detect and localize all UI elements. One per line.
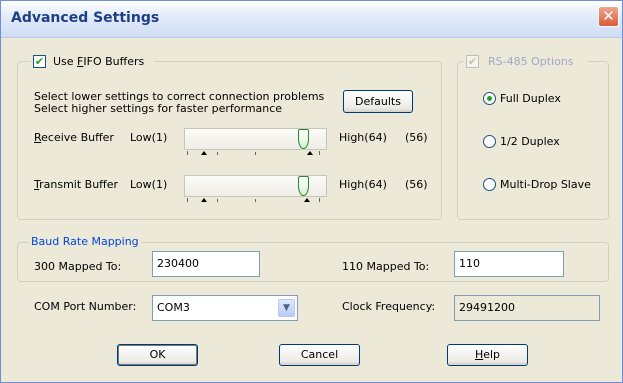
receive-high-label: High(64) bbox=[339, 131, 387, 144]
map300-label: 300 Mapped To: bbox=[34, 260, 122, 273]
com-port-value: COM3 bbox=[157, 301, 190, 314]
fifo-checkbox-row[interactable]: ✔ Use FIFO Buffers bbox=[31, 54, 154, 69]
half-duplex-radio[interactable] bbox=[483, 135, 496, 148]
half-duplex-label: 1/2 Duplex bbox=[500, 135, 560, 148]
chevron-down-icon[interactable]: ▼ bbox=[278, 299, 295, 317]
transmit-buffer-label: Transmit Buffer bbox=[34, 178, 119, 191]
receive-slider-thumb[interactable] bbox=[298, 129, 309, 149]
receive-tick bbox=[217, 152, 218, 155]
fifo-checkbox-label: Use FIFO Buffers bbox=[53, 55, 145, 68]
com-port-label: COM Port Number: bbox=[34, 300, 137, 313]
full-duplex-label: Full Duplex bbox=[500, 92, 561, 105]
rs485-title: RS-485 Options bbox=[488, 55, 574, 68]
full-duplex-radio[interactable] bbox=[483, 92, 496, 105]
baud-rate-title: Baud Rate Mapping bbox=[29, 235, 141, 248]
clock-frequency-field: 29491200 bbox=[454, 295, 600, 321]
transmit-slider-thumb[interactable] bbox=[298, 176, 309, 196]
transmit-max-tick bbox=[304, 198, 310, 202]
receive-value: (56) bbox=[405, 131, 428, 144]
multi-drop-slave-label: Multi-Drop Slave bbox=[500, 178, 591, 191]
ok-button[interactable]: OK bbox=[117, 344, 198, 366]
map110-label: 110 Mapped To: bbox=[342, 260, 430, 273]
close-icon: ✕ bbox=[602, 7, 615, 25]
transmit-tick bbox=[187, 198, 188, 202]
com-port-select[interactable]: COM3 ▼ bbox=[152, 295, 298, 321]
receive-tick bbox=[319, 151, 320, 155]
receive-buffer-label: Receive Buffer bbox=[34, 131, 114, 144]
transmit-min-tick bbox=[201, 198, 207, 202]
help-button[interactable]: Help bbox=[447, 344, 528, 366]
transmit-tick bbox=[255, 199, 256, 202]
rs485-checkbox: ✔ bbox=[466, 55, 479, 68]
advanced-settings-dialog: Advanced Settings ✕ ✔ Use FIFO Buffers S… bbox=[0, 0, 623, 383]
transmit-value: (56) bbox=[405, 178, 428, 191]
map300-input[interactable]: 230400 bbox=[152, 251, 260, 277]
receive-min-tick bbox=[201, 151, 207, 155]
receive-buffer-slider[interactable] bbox=[184, 128, 327, 150]
receive-tick bbox=[255, 152, 256, 155]
clock-frequency-label: Clock Frequency: bbox=[342, 300, 436, 313]
close-button[interactable]: ✕ bbox=[598, 6, 619, 27]
multi-drop-slave-radio[interactable] bbox=[483, 178, 496, 191]
transmit-tick bbox=[319, 198, 320, 202]
transmit-tick bbox=[217, 199, 218, 202]
cancel-button[interactable]: Cancel bbox=[279, 344, 360, 366]
fifo-checkbox[interactable]: ✔ bbox=[33, 55, 46, 68]
transmit-low-label: Low(1) bbox=[130, 178, 168, 191]
rs485-header: ✔ RS-485 Options bbox=[464, 54, 588, 69]
map110-input[interactable]: 110 bbox=[454, 251, 564, 277]
defaults-button[interactable]: Defaults bbox=[343, 90, 413, 113]
receive-max-tick bbox=[307, 151, 313, 155]
dialog-title: Advanced Settings bbox=[11, 10, 160, 26]
fifo-hint-higher: Select higher settings for faster perfor… bbox=[34, 102, 283, 115]
receive-low-label: Low(1) bbox=[130, 131, 168, 144]
transmit-buffer-slider[interactable] bbox=[184, 175, 327, 197]
title-bar: Advanced Settings ✕ bbox=[1, 1, 622, 38]
receive-tick bbox=[187, 151, 188, 155]
transmit-high-label: High(64) bbox=[339, 178, 387, 191]
